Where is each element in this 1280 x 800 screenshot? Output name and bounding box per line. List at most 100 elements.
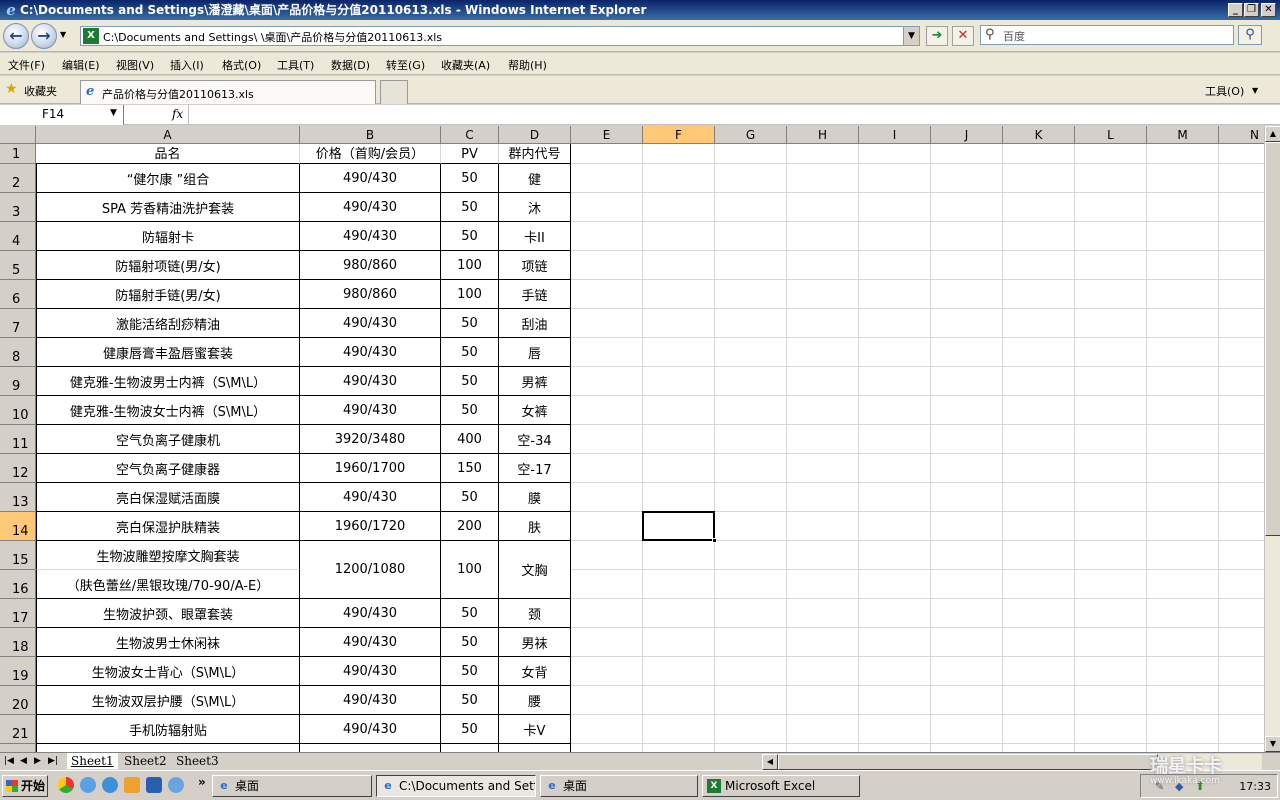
favorites-star-icon[interactable]: ★ [5, 82, 18, 96]
scroll-up-button[interactable]: ▲ [1265, 126, 1280, 142]
menu-tools[interactable]: 工具(T) [277, 57, 314, 73]
column-header-k[interactable]: K [1003, 126, 1075, 144]
row-header-9[interactable]: 9 [0, 367, 36, 396]
column-header-m[interactable]: M [1147, 126, 1219, 144]
tools-dropdown-icon[interactable]: ▼ [1252, 86, 1258, 95]
maximize-button[interactable]: ❐ [1244, 3, 1259, 17]
tray-arrow-icon[interactable]: ⬆ [1195, 779, 1205, 793]
row-header-8[interactable]: 8 [0, 338, 36, 367]
scroll-down-button[interactable]: ▼ [1265, 736, 1280, 752]
clock[interactable]: 17:33 [1239, 780, 1271, 793]
history-dropdown-icon[interactable]: ▼ [60, 30, 66, 39]
name-box[interactable]: F14 ▼ [0, 105, 124, 125]
forward-button[interactable]: → [31, 23, 57, 49]
row-header-3[interactable]: 3 [0, 193, 36, 222]
task-excel[interactable]: X Microsoft Excel [702, 775, 860, 797]
vertical-scrollbar[interactable]: ▲ ▼ [1264, 126, 1280, 752]
task-desktop-1[interactable]: e 桌面 [212, 775, 372, 797]
vertical-scroll-thumb[interactable] [1265, 142, 1280, 536]
row-header-6[interactable]: 6 [0, 280, 36, 309]
menu-favorites[interactable]: 收藏夹(A) [441, 57, 490, 73]
menu-insert[interactable]: 插入(I) [170, 57, 204, 73]
row-header-19[interactable]: 19 [0, 657, 36, 686]
spreadsheet-grid[interactable]: A B C D E F G H I J K L M N 1 2 3 4 5 6 7 8 9 10 11 12 13 14 15 16 17 1… [0, 126, 1264, 752]
row-header-16[interactable]: 16 [0, 570, 36, 599]
favorites-button[interactable]: 收藏夹 [24, 83, 57, 99]
scroll-left-button[interactable]: ◀ [762, 754, 778, 770]
tray-network-icon[interactable]: ◆ [1175, 780, 1183, 793]
row-header-15[interactable]: 15 [0, 541, 36, 570]
tools-menu-button[interactable]: 工具(O) [1205, 83, 1244, 99]
column-header-j[interactable]: J [931, 126, 1003, 144]
prev-sheet-icon[interactable]: ◀ [20, 756, 27, 766]
column-header-b[interactable]: B [300, 126, 441, 144]
task-desktop-2[interactable]: e 桌面 [540, 775, 698, 797]
app-icon[interactable] [146, 777, 162, 793]
column-header-c[interactable]: C [441, 126, 499, 144]
menu-help[interactable]: 帮助(H) [508, 57, 547, 73]
last-sheet-icon[interactable]: ▶| [48, 756, 58, 766]
fill-handle[interactable] [712, 538, 717, 543]
menu-format[interactable]: 格式(O) [222, 57, 261, 73]
title-bar[interactable]: e C:\Documents and Settings\潘澄藏\桌面\产品价格与… [0, 0, 1280, 20]
chrome-icon[interactable] [58, 777, 74, 793]
horizontal-scroll-thumb[interactable] [778, 754, 1158, 770]
row-header-18[interactable]: 18 [0, 628, 36, 657]
tab-current[interactable]: e 产品价格与分值20110613.xls [80, 80, 376, 104]
search-input[interactable]: ⚲ 百度 [980, 25, 1234, 45]
row-header-22[interactable] [0, 744, 36, 752]
row-header-1[interactable]: 1 [0, 144, 36, 164]
formula-input[interactable] [188, 105, 1280, 125]
sheet-tab-sheet3[interactable]: Sheet3 [172, 753, 223, 769]
column-header-e[interactable]: E [571, 126, 643, 144]
row-header-2[interactable]: 2 [0, 164, 36, 193]
row-header-21[interactable]: 21 [0, 715, 36, 744]
close-button[interactable]: ✕ [1261, 3, 1276, 17]
column-header-f[interactable]: F [643, 126, 715, 144]
address-dropdown-icon[interactable]: ▼ [903, 27, 919, 45]
row-header-4[interactable]: 4 [0, 222, 36, 251]
column-header-l[interactable]: L [1075, 126, 1147, 144]
messenger-icon[interactable] [124, 777, 140, 793]
menu-goto[interactable]: 转至(G) [386, 57, 425, 73]
menu-view[interactable]: 视图(V) [116, 57, 154, 73]
menu-data[interactable]: 数据(D) [331, 57, 370, 73]
sheet-tab-sheet1[interactable]: Sheet1 [67, 753, 118, 769]
name-box-dropdown-icon[interactable]: ▼ [110, 108, 117, 118]
row-header-17[interactable]: 17 [0, 599, 36, 628]
active-cell[interactable] [642, 511, 717, 543]
row-header-11[interactable]: 11 [0, 425, 36, 454]
stop-button[interactable]: ✕ [952, 26, 974, 46]
search-go-button[interactable]: ⚲ [1238, 25, 1262, 45]
row-header-20[interactable]: 20 [0, 686, 36, 715]
ie-quicklaunch-icon[interactable] [102, 777, 118, 793]
sheet-tab-sheet2[interactable]: Sheet2 [120, 753, 171, 769]
more-quicklaunch-icon[interactable]: » [198, 775, 206, 789]
column-header-d[interactable]: D [499, 126, 571, 144]
first-sheet-icon[interactable]: |◀ [4, 756, 14, 766]
back-button[interactable]: ← [3, 23, 29, 49]
go-button[interactable]: ➜ [926, 26, 948, 46]
column-header-h[interactable]: H [787, 126, 859, 144]
column-header-g[interactable]: G [715, 126, 787, 144]
new-tab-button[interactable] [380, 80, 408, 104]
address-field[interactable]: X C:\Documents and Settings\ \桌面\产品价格与分值… [80, 26, 920, 46]
column-header-i[interactable]: I [859, 126, 931, 144]
menu-edit[interactable]: 编辑(E) [62, 57, 100, 73]
mail-icon[interactable] [168, 777, 184, 793]
row-header-5[interactable]: 5 [0, 251, 36, 280]
column-header-n[interactable]: N [1219, 126, 1264, 144]
minimize-button[interactable]: _ [1228, 3, 1243, 17]
fx-icon[interactable]: fx [172, 107, 183, 121]
tray-tool-icon[interactable]: ✎ [1155, 780, 1164, 793]
row-header-7[interactable]: 7 [0, 309, 36, 338]
horizontal-scrollbar[interactable]: ◀ [762, 754, 1262, 770]
select-all-corner[interactable] [0, 126, 36, 144]
column-header-a[interactable]: A [36, 126, 300, 144]
row-header-10[interactable]: 10 [0, 396, 36, 425]
menu-file[interactable]: 文件(F) [8, 57, 45, 73]
row-header-13[interactable]: 13 [0, 483, 36, 512]
start-button[interactable]: 开始 [2, 775, 48, 797]
task-ie-window[interactable]: e C:\Documents and Settin... [376, 775, 536, 797]
row-header-14[interactable]: 14 [0, 512, 36, 541]
